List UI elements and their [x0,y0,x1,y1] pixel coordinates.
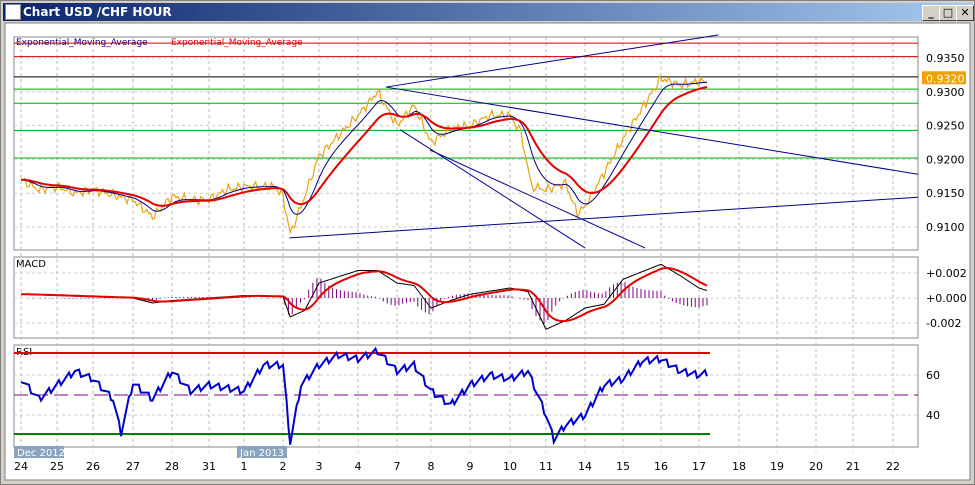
current-price-label: 0.9320 [926,72,965,85]
macd-tick-label: -0.002 [926,317,961,330]
macd-tick-label: +0.002 [926,267,967,280]
x-tick-label: 16 [654,460,668,473]
x-tick-label: 3 [316,460,323,473]
x-tick-label: 26 [86,460,100,473]
rsi-tick-label: 60 [926,369,940,382]
rsi-tick-label: 40 [926,409,940,422]
price-tick-label: 0.9150 [926,187,965,200]
x-tick-label: 9 [467,460,474,473]
macd-tick-label: +0.000 [926,292,967,305]
x-tick-label: 15 [616,460,630,473]
x-tick-label: 21 [846,460,860,473]
x-tick-label: 20 [809,460,823,473]
x-tick-label: 31 [202,460,216,473]
x-tick-label: 4 [355,460,362,473]
price-tick-label: 0.9350 [926,52,965,65]
x-tick-label: 22 [886,460,900,473]
x-tick-label: 7 [394,460,401,473]
x-tick-label: 10 [503,460,517,473]
x-tick-label: 24 [14,460,28,473]
x-tick-label: 11 [539,460,553,473]
x-tick-label: 28 [165,460,179,473]
price-tick-label: 0.9100 [926,221,965,234]
chart-area[interactable]: Exponential_Moving_Average Exponential_M… [0,0,975,485]
x-tick-label: 25 [50,460,64,473]
x-tick-label: 19 [770,460,784,473]
month-label: Dec 2012 [17,448,65,459]
x-tick-label: 1 [241,460,248,473]
price-tick-label: 0.9300 [926,86,965,99]
x-tick-label: 18 [732,460,746,473]
price-tick-label: 0.9250 [926,120,965,133]
x-tick-label: 8 [428,460,435,473]
x-tick-label: 2 [280,460,287,473]
x-tick-label: 27 [126,460,140,473]
month-label: Jan 2013 [239,448,284,459]
price-tick-label: 0.9200 [926,153,965,166]
x-tick-label: 17 [692,460,706,473]
x-tick-label: 14 [578,460,592,473]
